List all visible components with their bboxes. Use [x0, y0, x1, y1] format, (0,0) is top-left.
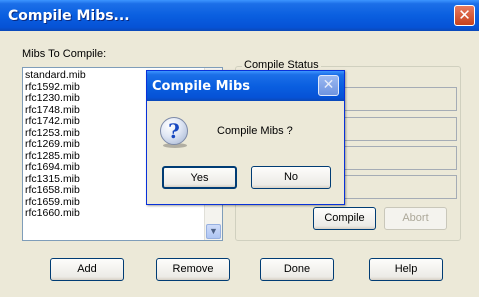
dialog-title-bar[interactable]: Compile Mibs ✕ [147, 71, 344, 101]
add-button[interactable]: Add [50, 258, 124, 281]
no-button[interactable]: No [251, 166, 331, 189]
window-title: Compile Mibs... [8, 8, 130, 24]
compile-button[interactable]: Compile [313, 207, 376, 230]
question-icon: ? [160, 117, 188, 145]
title-bar[interactable]: Compile Mibs... ✕ [0, 0, 479, 31]
done-button[interactable]: Done [260, 258, 334, 281]
confirm-dialog: Compile Mibs ✕ ? Compile Mibs ? Yes No [146, 70, 345, 205]
dialog-close-icon[interactable]: ✕ [318, 75, 339, 96]
remove-button[interactable]: Remove [156, 258, 230, 281]
yes-button[interactable]: Yes [162, 166, 237, 189]
list-item[interactable]: rfc1660.mib [25, 207, 205, 220]
dialog-message: Compile Mibs ? [217, 125, 293, 137]
scroll-down-icon[interactable]: ▼ [206, 224, 221, 239]
abort-button[interactable]: Abort [384, 207, 447, 230]
mibs-to-compile-label: Mibs To Compile: [22, 48, 107, 60]
close-icon[interactable]: ✕ [454, 5, 475, 26]
help-button[interactable]: Help [369, 258, 443, 281]
dialog-title: Compile Mibs [152, 79, 251, 94]
